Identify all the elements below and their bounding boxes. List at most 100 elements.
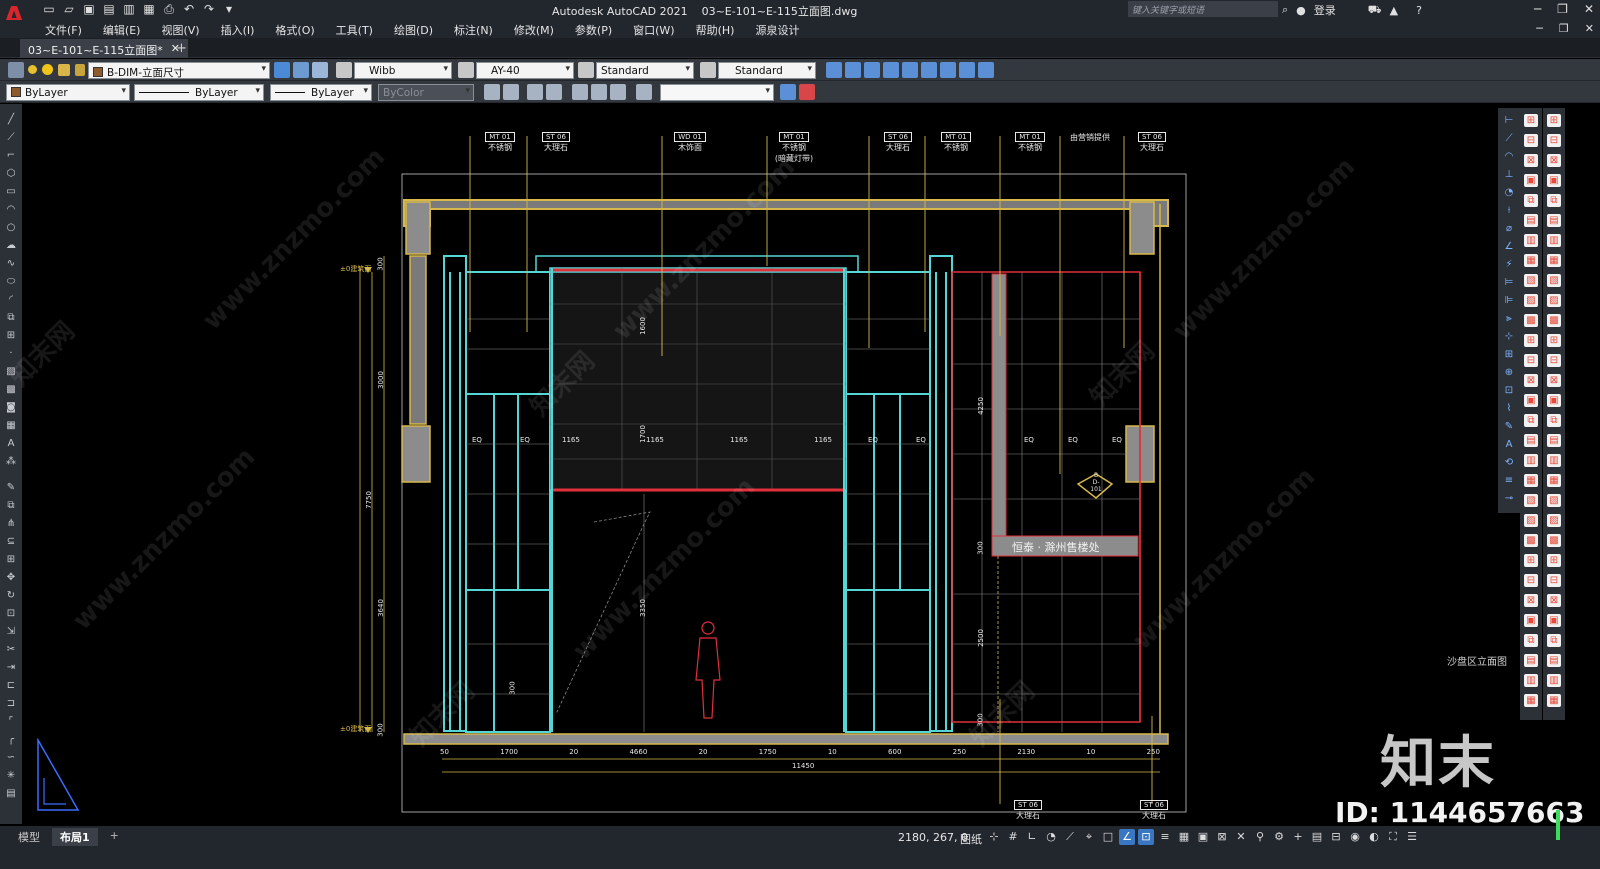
annotation-visibility-icon[interactable]: ⚲ (1252, 829, 1268, 845)
dynamic-ucs-icon[interactable]: ∠ (1119, 829, 1135, 845)
hardware-accel-icon[interactable]: ◐ (1366, 829, 1382, 845)
share-icon[interactable]: ▲ (1390, 4, 1398, 17)
make-block-icon[interactable]: ⊞ (4, 330, 18, 342)
line-icon[interactable]: ╱ (4, 114, 18, 126)
tab-model[interactable]: 模型 (10, 828, 48, 846)
minimize-icon[interactable]: ─ (1534, 2, 1541, 16)
mleader-style-icon[interactable] (700, 62, 716, 78)
save-icon[interactable]: ▣ (82, 2, 96, 16)
insert-icon[interactable] (503, 84, 519, 100)
rectangle-icon[interactable]: ▭ (4, 186, 18, 198)
plotstyle-select[interactable]: ByColor (378, 84, 474, 101)
text-edit-icon[interactable] (845, 62, 861, 78)
tool-b27-icon[interactable]: ⧉ (1547, 634, 1561, 647)
layer-match-icon[interactable] (636, 84, 652, 100)
tool-a9-icon[interactable]: ▧ (1524, 274, 1538, 287)
tolerance-icon[interactable]: ⊞ (1502, 348, 1516, 361)
dim-linear-icon[interactable]: ⊢ (1502, 114, 1516, 127)
dim-break-icon[interactable]: ⊹ (1502, 330, 1516, 343)
cart-icon[interactable]: ⛟ (1368, 3, 1382, 18)
print-preview-icon[interactable] (527, 84, 543, 100)
block-icon[interactable] (484, 84, 500, 100)
ellipse-arc-icon[interactable]: ◜ (4, 294, 18, 306)
tool-a23-icon[interactable]: ⊞ (1524, 554, 1538, 567)
doc-restore-icon[interactable]: ❐ (1559, 22, 1569, 35)
quick-properties-icon[interactable]: ▤ (1309, 829, 1325, 845)
layer-lock-icon[interactable] (58, 64, 70, 76)
tool-a4-icon[interactable]: ▣ (1524, 174, 1538, 187)
dynamic-input-icon[interactable]: ⊡ (1138, 829, 1154, 845)
tool-b19-icon[interactable]: ▦ (1547, 474, 1561, 487)
login-link[interactable]: 登录 (1314, 2, 1336, 18)
move-icon[interactable]: ✥ (4, 572, 18, 584)
tool-a10-icon[interactable]: ▨ (1524, 294, 1538, 307)
extend-icon[interactable]: ⇥ (4, 662, 18, 674)
ortho-mode-icon[interactable]: ∟ (1024, 829, 1040, 845)
tool-b28-icon[interactable]: ▤ (1547, 654, 1561, 667)
dim-update-icon[interactable]: ⟲ (1502, 456, 1516, 469)
tool-b21-icon[interactable]: ▨ (1547, 514, 1561, 527)
tool-a27-icon[interactable]: ⧉ (1524, 634, 1538, 647)
menu-file[interactable]: 文件(F) (45, 22, 82, 38)
trim-icon[interactable]: ✂ (4, 644, 18, 656)
polyline-icon[interactable]: ⌐ (4, 150, 18, 162)
user-icon[interactable]: ● (1296, 4, 1306, 17)
linetype-select[interactable]: ByLayer (134, 84, 264, 101)
menu-format[interactable]: 格式(O) (275, 22, 314, 38)
tool-a19-icon[interactable]: ▦ (1524, 474, 1538, 487)
lock-ui-icon[interactable]: ⊟ (1328, 829, 1344, 845)
dim-radius-icon[interactable]: ◔ (1502, 186, 1516, 199)
dim-style-tool-icon[interactable]: ≡ (1502, 474, 1516, 487)
tool-b23-icon[interactable]: ⊞ (1547, 554, 1561, 567)
jogged-linear-icon[interactable]: ⌇ (1502, 402, 1516, 415)
text-find-icon[interactable] (864, 62, 880, 78)
hatch-icon[interactable]: ▨ (4, 366, 18, 378)
tool-a30-icon[interactable]: ▦ (1524, 694, 1538, 707)
menu-tools[interactable]: 工具(T) (336, 22, 373, 38)
tab-layout1[interactable]: 布局1 (52, 828, 98, 846)
point-icon[interactable]: · (4, 348, 18, 360)
menu-window[interactable]: 窗口(W) (633, 22, 674, 38)
text-a-icon[interactable] (826, 62, 842, 78)
tool-b8-icon[interactable]: ▦ (1547, 254, 1561, 267)
blend-icon[interactable]: ∽ (4, 752, 18, 764)
stretch-icon[interactable]: ⇲ (4, 626, 18, 638)
insert-block-icon[interactable]: ⧉ (4, 312, 18, 324)
dim-baseline-icon[interactable]: ⊨ (1502, 276, 1516, 289)
3d-osnap-icon[interactable]: ⊠ (1214, 829, 1230, 845)
layer-select[interactable]: B-DIM-立面尺寸 (88, 62, 270, 79)
customize-status-icon[interactable]: ☰ (1404, 829, 1420, 845)
drawing-canvas[interactable]: MT 01 不锈钢 ST 06 大理石 WD 01 木饰面 MT 01 不锈钢 … (5, 104, 1498, 826)
tool-a28-icon[interactable]: ▤ (1524, 654, 1538, 667)
table-draw-icon[interactable]: ▦ (4, 420, 18, 432)
table-style-select[interactable]: Standard (596, 62, 694, 79)
isolate-objects-icon[interactable]: ◉ (1347, 829, 1363, 845)
menu-view[interactable]: 视图(V) (161, 22, 199, 38)
tool-a12-icon[interactable]: ⊞ (1524, 334, 1538, 347)
tool-a16-icon[interactable]: ⧉ (1524, 414, 1538, 427)
tool-b1-icon[interactable]: ⊞ (1547, 114, 1561, 127)
properties-icon[interactable]: ▤ (4, 788, 18, 800)
fillet-icon[interactable]: ╭ (4, 734, 18, 746)
snap-mode-icon[interactable]: ⊹ (986, 829, 1002, 845)
construction-line-icon[interactable]: ⟋ (4, 132, 18, 144)
save-as-icon[interactable]: ▤ (102, 2, 116, 16)
copy-icon[interactable]: ⧉ (4, 500, 18, 512)
tool-a22-icon[interactable]: ▩ (1524, 534, 1538, 547)
doc-minimize-icon[interactable]: ─ (1536, 22, 1543, 35)
menu-draw[interactable]: 绘图(D) (394, 22, 433, 38)
tool-b5-icon[interactable]: ⧉ (1547, 194, 1561, 207)
join-icon[interactable]: ⊐ (4, 698, 18, 710)
search-input[interactable]: 键入关键字或短语 (1128, 1, 1278, 17)
tool-b26-icon[interactable]: ▣ (1547, 614, 1561, 627)
isodraft-icon[interactable]: ⟋ (1062, 829, 1078, 845)
layer-on-icon[interactable] (28, 65, 37, 74)
tool-a17-icon[interactable]: ▤ (1524, 434, 1538, 447)
redo-icon[interactable]: ↷ (202, 2, 216, 16)
rotate-icon[interactable]: ↻ (4, 590, 18, 602)
ellipse-icon[interactable]: ⬭ (4, 276, 18, 288)
tool-a26-icon[interactable]: ▣ (1524, 614, 1538, 627)
menu-insert[interactable]: 插入(I) (221, 22, 255, 38)
mirror-icon[interactable]: ⋔ (4, 518, 18, 530)
add-selected-icon[interactable]: ⁂ (4, 456, 18, 468)
